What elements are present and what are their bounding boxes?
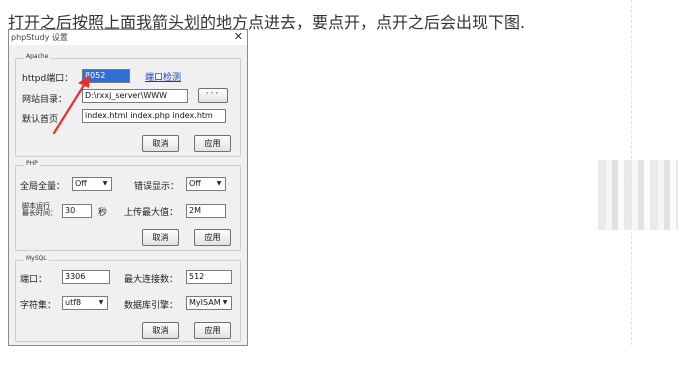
annotation-arrow-icon [52, 75, 90, 135]
